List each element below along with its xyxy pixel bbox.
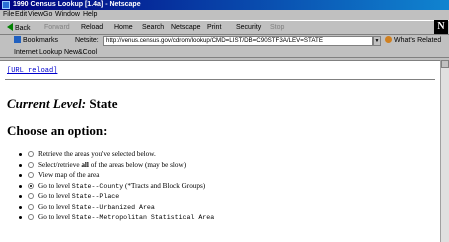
- option-text: (*Tracts and Block Groups): [123, 181, 206, 190]
- search-button[interactable]: Search: [142, 23, 164, 33]
- menu-view[interactable]: View: [28, 10, 43, 20]
- home-label: Home: [114, 24, 133, 31]
- forward-button[interactable]: Forward: [44, 23, 70, 33]
- netscape-label: Netscape: [171, 24, 201, 31]
- bullet: [19, 163, 22, 167]
- option-text: Go to level: [38, 192, 72, 200]
- stop-button[interactable]: Stop: [270, 23, 284, 33]
- chevron-down-icon: ▼: [374, 38, 380, 44]
- search-label: Search: [142, 24, 165, 31]
- reload-label: Reload: [81, 24, 104, 31]
- option-level-code: State--Place: [71, 193, 120, 200]
- divider: [5, 79, 435, 81]
- current-level-value: State: [89, 96, 118, 111]
- netscape-app-icon: [2, 1, 10, 9]
- back-button[interactable]: Back: [7, 23, 31, 34]
- menu-help[interactable]: Help: [83, 10, 97, 20]
- navigation-toolbar: Back Forward Reload Home Search Netscape…: [0, 20, 449, 35]
- security-button[interactable]: Security: [236, 23, 261, 33]
- netsite-label: Netsite:: [75, 37, 99, 44]
- whats-related-label: What's Related: [394, 37, 442, 44]
- option-text: Go to level: [38, 202, 72, 211]
- personal-toolbar: Internet Lookup New&Cool: [0, 47, 449, 58]
- option-text: of the areas below (may be slow): [88, 160, 187, 169]
- option-label: Go to level State--Metropolitan Statisti…: [38, 212, 214, 224]
- bullet: [19, 184, 22, 188]
- personal-internet[interactable]: Internet: [14, 48, 38, 57]
- bookmark-icon: [14, 36, 21, 43]
- bookmarks-button[interactable]: Bookmarks: [14, 36, 58, 46]
- current-level-label: Current Level:: [7, 96, 87, 111]
- bullet: [19, 153, 22, 156]
- option-radio-select-all[interactable]: [28, 161, 34, 168]
- print-label: Print: [207, 24, 222, 31]
- netscape-logo: N: [434, 20, 448, 34]
- reload-button[interactable]: Reload: [81, 23, 103, 33]
- vertical-scrollbar[interactable]: [440, 60, 449, 242]
- option-level-code: State--Metropolitan Statistical Area: [71, 214, 215, 221]
- title-bar: 1990 Census Lookup [1.4a] - Netscape: [0, 0, 449, 10]
- netscape-button[interactable]: Netscape: [171, 23, 201, 33]
- url-field[interactable]: http://venus.census.gov/cdrom/lookup/CMD…: [103, 36, 373, 46]
- option-text-bold: all: [81, 160, 89, 169]
- current-level-heading: Current Level: State: [7, 96, 118, 112]
- menu-edit[interactable]: Edit: [15, 10, 27, 20]
- back-label: Back: [15, 25, 31, 32]
- menu-go[interactable]: Go: [43, 10, 52, 20]
- stop-label: Stop: [270, 24, 285, 31]
- option-radio-view-map[interactable]: [28, 172, 34, 178]
- option-radio-county[interactable]: [28, 182, 34, 189]
- location-toolbar: Bookmarks Netsite: http://venus.census.g…: [0, 35, 449, 47]
- whats-related-button[interactable]: What's Related: [385, 36, 441, 46]
- option-label: Retrieve the areas you've selected below…: [38, 150, 156, 158]
- window-title: 1990 Census Lookup [1.4a] - Netscape: [13, 1, 141, 8]
- related-icon: [385, 36, 392, 43]
- choose-option-heading: Choose an option:: [7, 123, 108, 138]
- url-dropdown-button[interactable]: ▼: [373, 36, 381, 46]
- page-content: [URL reload] Current Level: State Choose…: [0, 60, 440, 242]
- bullet: [19, 174, 22, 177]
- option-text: Go to level: [38, 213, 72, 221]
- option-label: Select/retrieve all of the areas below (…: [38, 160, 186, 171]
- option-text: Select/retrieve: [38, 160, 82, 169]
- option-radio-retrieve[interactable]: [28, 151, 34, 157]
- print-button[interactable]: Print: [207, 23, 221, 33]
- bullet: [19, 216, 22, 219]
- back-arrow-icon: [7, 23, 13, 31]
- option-label: View map of the area: [38, 171, 100, 179]
- menu-window[interactable]: Window: [55, 10, 80, 20]
- option-radio-msa[interactable]: [28, 214, 34, 220]
- option-level-code: State--County: [71, 182, 124, 190]
- option-level-code: State--Urbanized Area: [71, 203, 155, 211]
- option-text: Go to level: [38, 181, 72, 190]
- bullet: [19, 205, 22, 209]
- option-radio-place[interactable]: [28, 193, 34, 199]
- bookmarks-label: Bookmarks: [23, 37, 59, 44]
- url-reload-link[interactable]: [URL reload]: [7, 67, 57, 75]
- browser-window: 1990 Census Lookup [1.4a] - Netscape Fil…: [0, 0, 449, 242]
- option-radio-urbanized-area[interactable]: [28, 203, 34, 210]
- personal-lookup[interactable]: Lookup: [39, 48, 62, 57]
- security-label: Security: [236, 24, 262, 31]
- forward-label: Forward: [44, 24, 70, 31]
- menu-bar: File Edit View Go Window Help: [0, 10, 449, 20]
- scroll-up-button[interactable]: [441, 60, 449, 68]
- bullet: [19, 195, 22, 198]
- personal-newcool[interactable]: New&Cool: [64, 48, 97, 57]
- menu-file[interactable]: File: [3, 10, 14, 20]
- home-button[interactable]: Home: [114, 23, 133, 33]
